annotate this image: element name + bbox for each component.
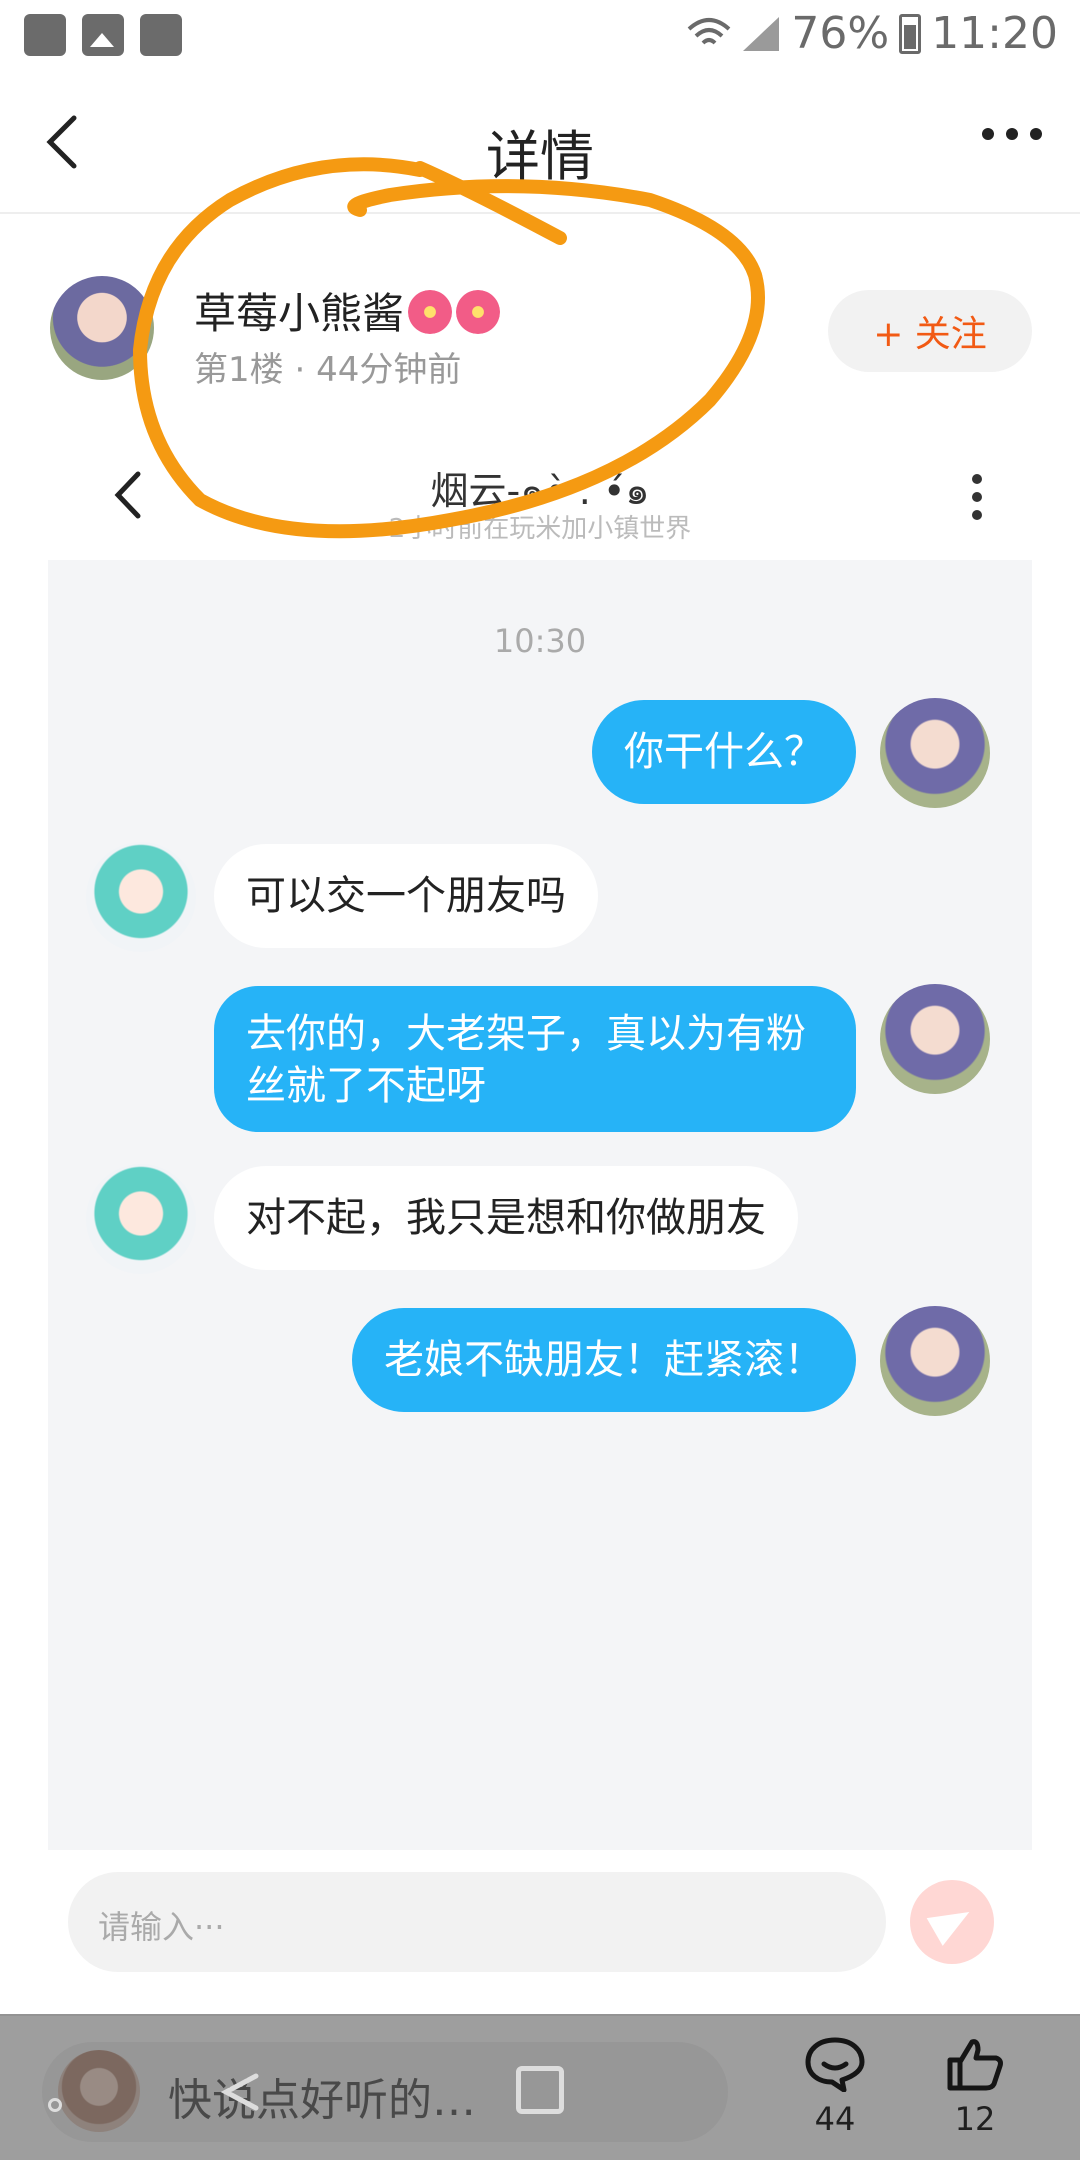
nav-home-button[interactable] bbox=[516, 2066, 564, 2114]
gallery-icon bbox=[82, 14, 124, 56]
send-icon bbox=[910, 1880, 994, 1964]
author-avatar[interactable] bbox=[50, 276, 154, 380]
screen: 76% 11:20 详情 草莓小熊酱 第1楼 · 44分钟前 + 关注 烟云-๑… bbox=[0, 0, 1080, 2160]
sender-avatar bbox=[880, 1306, 990, 1416]
flower-icon bbox=[408, 290, 453, 334]
dot-icon bbox=[972, 510, 982, 520]
message-bubble-incoming: 可以交一个朋友吗 bbox=[214, 844, 598, 948]
follow-button[interactable]: + 关注 bbox=[828, 290, 1032, 372]
dot-icon bbox=[1006, 128, 1018, 140]
more-options-button[interactable] bbox=[982, 128, 1042, 140]
message-bubble-outgoing: 你干什么？ bbox=[592, 700, 856, 804]
navigation-bar bbox=[0, 2014, 1080, 2160]
chat-input-area: 请输入··· bbox=[48, 1850, 1032, 1980]
floor-label: 第1楼 bbox=[194, 350, 284, 390]
sender-avatar bbox=[880, 984, 990, 1094]
nav-indicator-icon bbox=[48, 2098, 62, 2112]
chat-message-input: 请输入··· bbox=[68, 1872, 886, 1972]
notification-icon bbox=[24, 14, 66, 56]
wifi-icon bbox=[688, 17, 731, 44]
post-meta: 第1楼 · 44分钟前 bbox=[194, 342, 461, 391]
message-bubble-outgoing: 老娘不缺朋友！赶紧滚！ bbox=[352, 1308, 856, 1412]
dot-icon bbox=[1030, 128, 1042, 140]
chat-more-icon bbox=[972, 474, 982, 520]
signal-icon bbox=[743, 16, 780, 51]
top-header: 详情 bbox=[0, 72, 1080, 214]
nav-recents-button[interactable] bbox=[216, 2064, 264, 2112]
page-title: 详情 bbox=[486, 125, 594, 188]
author-name-text: 草莓小熊酱 bbox=[194, 289, 405, 338]
post-time: 44分钟前 bbox=[316, 350, 462, 390]
dot-icon bbox=[982, 128, 994, 140]
chat-contact-status: 2小时前在玩米加小镇世界 bbox=[388, 514, 692, 544]
chat-header: 烟云-๑•̀ . •́๑ 2小时前在玩米加小镇世界 bbox=[48, 420, 1032, 560]
battery-percent: 76% bbox=[791, 8, 890, 59]
recipient-avatar bbox=[86, 842, 196, 952]
status-bar: 76% 11:20 bbox=[0, 0, 1080, 72]
message-bubble-outgoing: 去你的，大老架子，真以为有粉丝就了不起呀 bbox=[214, 986, 856, 1132]
meta-separator: · bbox=[294, 350, 317, 390]
recipient-avatar bbox=[86, 1164, 196, 1274]
author-name[interactable]: 草莓小熊酱 bbox=[194, 280, 501, 341]
chat-body: 10:30 你干什么？ 可以交一个朋友吗 去你的，大老架子，真以为有粉丝就了不起… bbox=[48, 560, 1032, 1850]
chat-timestamp: 10:30 bbox=[493, 622, 587, 660]
sender-avatar bbox=[880, 698, 990, 808]
post-author: 草莓小熊酱 第1楼 · 44分钟前 + 关注 bbox=[0, 214, 1080, 414]
app-notification-icon bbox=[140, 14, 182, 56]
flower-icon bbox=[456, 290, 501, 334]
dot-icon bbox=[972, 474, 982, 484]
dot-icon bbox=[972, 492, 982, 502]
battery-icon bbox=[899, 13, 922, 54]
clock: 11:20 bbox=[931, 8, 1058, 59]
message-bubble-incoming: 对不起，我只是想和你做朋友 bbox=[214, 1166, 798, 1270]
